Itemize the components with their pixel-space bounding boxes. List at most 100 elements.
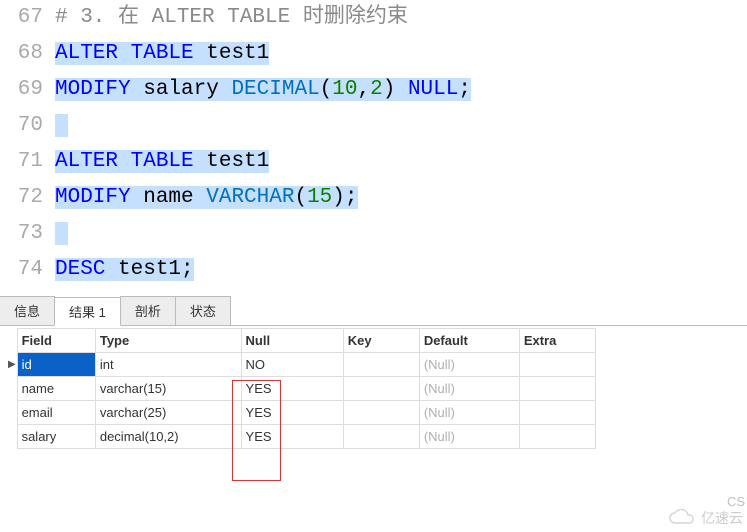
code-token: ( — [294, 186, 307, 209]
cell-field[interactable]: email — [17, 401, 95, 425]
row-pointer — [6, 377, 17, 401]
line-number: 72 — [0, 180, 55, 216]
code-line[interactable]: 72MODIFY name VARCHAR(15); — [0, 180, 747, 216]
column-header[interactable]: Null — [241, 329, 343, 353]
table-row[interactable]: salarydecimal(10,2)YES (Null) — [6, 425, 596, 449]
cell-null[interactable]: YES — [241, 425, 343, 449]
code-token: salary — [131, 78, 232, 101]
cell-default[interactable]: (Null) — [419, 377, 519, 401]
code-token: test1 — [194, 150, 270, 173]
code-token: ; — [458, 78, 471, 101]
line-number: 69 — [0, 72, 55, 108]
cell-null[interactable]: YES — [241, 377, 343, 401]
cell-default[interactable]: (Null) — [419, 401, 519, 425]
code-token: VARCHAR — [206, 186, 294, 209]
code-token: # 3. 在 ALTER TABLE 时删除约束 — [55, 6, 408, 29]
code-token: TABLE — [131, 150, 194, 173]
result-grid[interactable]: FieldTypeNullKeyDefaultExtra ▶idintNO (Nu… — [6, 328, 596, 449]
code-token: ALTER — [55, 150, 118, 173]
line-number: 70 — [0, 108, 55, 144]
cell-extra[interactable] — [519, 425, 595, 449]
column-header[interactable]: Type — [95, 329, 241, 353]
column-header[interactable]: Extra — [519, 329, 595, 353]
tab-2[interactable]: 剖析 — [120, 296, 176, 325]
code-token: TABLE — [131, 42, 194, 65]
cell-default[interactable]: (Null) — [419, 353, 519, 377]
line-number: 73 — [0, 216, 55, 252]
code-content[interactable]: DESC test1; — [55, 252, 194, 288]
cell-field[interactable]: name — [17, 377, 95, 401]
code-content[interactable]: ALTER TABLE test1 — [55, 36, 269, 72]
row-pointer: ▶ — [6, 353, 17, 377]
cell-key[interactable] — [343, 401, 419, 425]
cell-extra[interactable] — [519, 377, 595, 401]
cell-key[interactable] — [343, 353, 419, 377]
sql-editor[interactable]: 67# 3. 在 ALTER TABLE 时删除约束68ALTER TABLE … — [0, 0, 747, 292]
cell-field[interactable]: salary — [17, 425, 95, 449]
watermark: 亿速云 — [667, 508, 743, 528]
line-number: 71 — [0, 144, 55, 180]
code-token: ALTER — [55, 42, 118, 65]
code-line[interactable]: 69MODIFY salary DECIMAL(10,2) NULL; — [0, 72, 747, 108]
code-content[interactable]: MODIFY salary DECIMAL(10,2) NULL; — [55, 72, 471, 108]
cell-default[interactable]: (Null) — [419, 425, 519, 449]
code-token: MODIFY — [55, 78, 131, 101]
code-content[interactable]: ALTER TABLE test1 — [55, 144, 269, 180]
code-token: NULL — [408, 78, 458, 101]
cell-type[interactable]: decimal(10,2) — [95, 425, 241, 449]
cell-null[interactable]: NO — [241, 353, 343, 377]
column-header[interactable]: Key — [343, 329, 419, 353]
cloud-icon — [667, 509, 697, 527]
code-token: ) — [383, 78, 408, 101]
cell-type[interactable]: varchar(15) — [95, 377, 241, 401]
code-line[interactable]: 71ALTER TABLE test1 — [0, 144, 747, 180]
code-line[interactable]: 70 — [0, 108, 747, 144]
column-header[interactable]: Field — [17, 329, 95, 353]
cell-extra[interactable] — [519, 401, 595, 425]
code-token: 15 — [307, 186, 332, 209]
code-content[interactable] — [55, 216, 68, 252]
table-row[interactable]: ▶idintNO (Null) — [6, 353, 596, 377]
row-pointer — [6, 401, 17, 425]
cell-null[interactable]: YES — [241, 401, 343, 425]
code-content[interactable]: MODIFY name VARCHAR(15); — [55, 180, 358, 216]
code-token — [118, 150, 131, 173]
code-line[interactable]: 74DESC test1; — [0, 252, 747, 288]
code-token: DESC — [55, 258, 105, 281]
code-line[interactable]: 68ALTER TABLE test1 — [0, 36, 747, 72]
table-row[interactable]: namevarchar(15)YES (Null) — [6, 377, 596, 401]
code-token: 2 — [370, 78, 383, 101]
code-token: ); — [332, 186, 357, 209]
code-token: , — [358, 78, 371, 101]
code-token — [118, 42, 131, 65]
code-token: ( — [320, 78, 333, 101]
tab-0[interactable]: 信息 — [0, 296, 55, 325]
code-token — [55, 114, 68, 137]
result-tabs: 信息结果 1剖析状态 — [0, 296, 747, 326]
cell-key[interactable] — [343, 425, 419, 449]
tab-1[interactable]: 结果 1 — [54, 297, 121, 326]
code-token — [55, 222, 68, 245]
code-token: DECIMAL — [231, 78, 319, 101]
cell-type[interactable]: varchar(25) — [95, 401, 241, 425]
line-number: 68 — [0, 36, 55, 72]
table-row[interactable]: emailvarchar(25)YES (Null) — [6, 401, 596, 425]
row-pointer-header — [6, 329, 17, 353]
cell-field[interactable]: id — [17, 353, 95, 377]
row-pointer — [6, 425, 17, 449]
line-number: 67 — [0, 0, 55, 36]
code-line[interactable]: 73 — [0, 216, 747, 252]
code-content[interactable]: # 3. 在 ALTER TABLE 时删除约束 — [55, 0, 408, 36]
code-line[interactable]: 67# 3. 在 ALTER TABLE 时删除约束 — [0, 0, 747, 36]
code-token: test1 — [194, 42, 270, 65]
code-content[interactable] — [55, 108, 68, 144]
code-token: MODIFY — [55, 186, 131, 209]
code-token: 10 — [332, 78, 357, 101]
line-number: 74 — [0, 252, 55, 288]
tab-3[interactable]: 状态 — [175, 296, 231, 325]
code-token: test1; — [105, 258, 193, 281]
cell-key[interactable] — [343, 377, 419, 401]
cell-type[interactable]: int — [95, 353, 241, 377]
cell-extra[interactable] — [519, 353, 595, 377]
column-header[interactable]: Default — [419, 329, 519, 353]
